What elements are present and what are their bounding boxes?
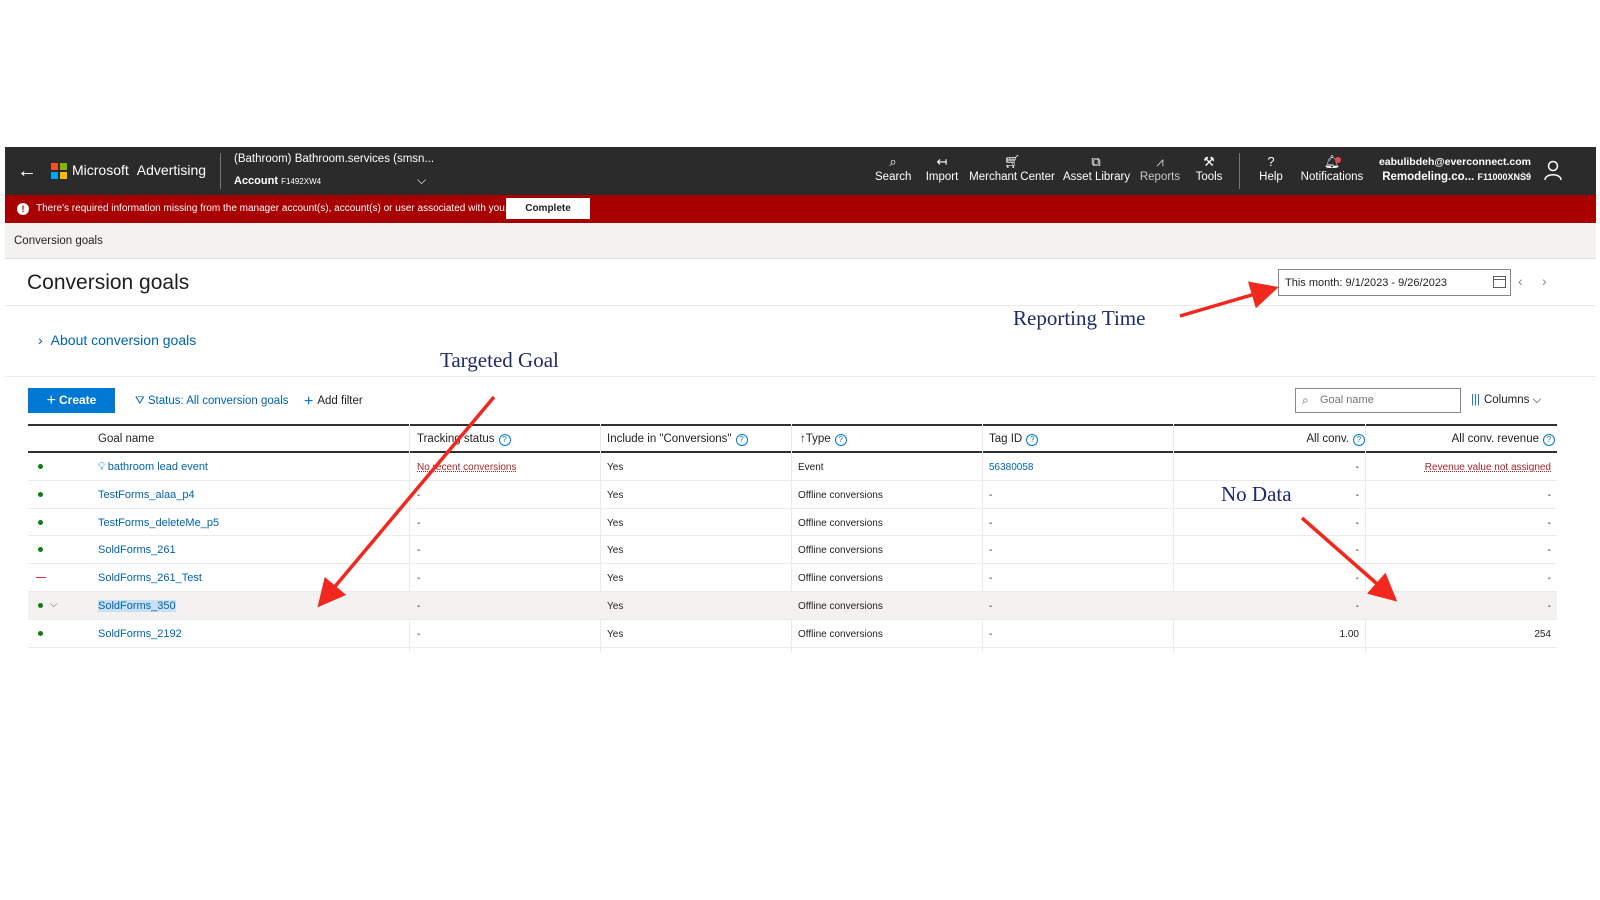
reporting-time-arrow [1179, 281, 1279, 318]
no-data-arrow [1300, 516, 1398, 602]
targeted-goal-arrow [317, 395, 496, 608]
annotation-arrows [317, 281, 1398, 608]
